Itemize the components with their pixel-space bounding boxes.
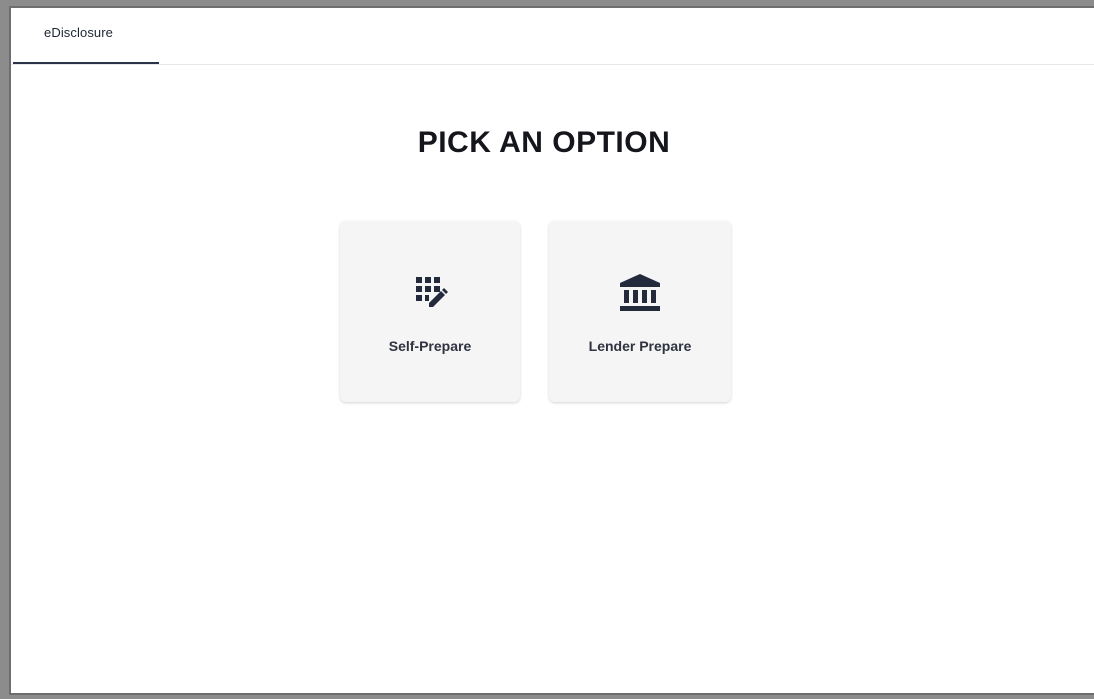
- lender-prepare-label: Lender Prepare: [588, 338, 692, 354]
- self-prepare-option-card[interactable]: Self-Prepare: [340, 221, 520, 402]
- self-prepare-label: Self-Prepare: [388, 338, 472, 354]
- grid-edit-icon: [416, 277, 448, 307]
- bank-icon: [620, 274, 660, 311]
- tab-label: eDisclosure: [44, 25, 114, 40]
- tab-bar: eDisclosure: [11, 8, 1094, 65]
- app-window: eDisclosure PICK AN OPTION Self-Prepare: [9, 6, 1094, 695]
- page-title: PICK AN OPTION: [417, 126, 671, 159]
- lender-prepare-option-card[interactable]: Lender Prepare: [549, 221, 731, 402]
- tab-edisclosure[interactable]: eDisclosure: [13, 8, 159, 64]
